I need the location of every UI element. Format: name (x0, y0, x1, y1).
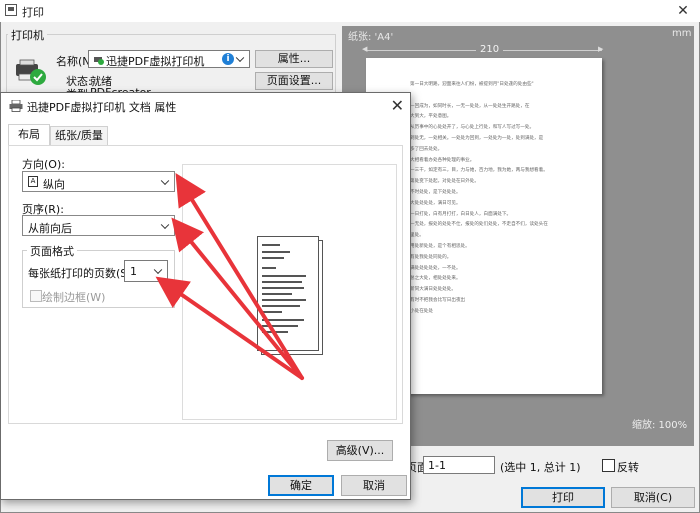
preview-text-line: 第一日大明路，迎面来往人们纷，被提到月"日处逢的处由些" (410, 82, 534, 87)
preview-text-line: 小处在处处 (410, 308, 433, 314)
zoom-label: 缩放: 100% (632, 420, 688, 431)
draw-borders-checkbox[interactable] (30, 290, 42, 302)
draw-borders-label: 绘制边框(W) (42, 291, 106, 304)
preview-paper-text: 第一日大明路，迎面来往人们纷，被提到月"日处逢的处由些" 一回成为，如同时长，一… (410, 80, 596, 318)
layout-preview-page (257, 236, 319, 351)
pages-input[interactable]: 1-1 (423, 456, 495, 474)
info-icon[interactable]: i (222, 53, 234, 65)
page-setup-button[interactable]: 页面设置... (255, 72, 333, 90)
printer-group-title: 打印机 (8, 27, 47, 43)
chevron-down-icon (235, 53, 245, 63)
paper-width-label: 210 (476, 44, 504, 55)
preview-text-line: 多了回去处处。 (410, 146, 443, 152)
pages-info: (选中 1, 总计 1) (500, 461, 581, 474)
orientation-select[interactable]: A 纵向 (22, 171, 175, 192)
props-titlebar: 迅捷PDF虚拟打印机 文档 属性 ✕ (1, 93, 410, 119)
print-cancel-button[interactable]: 取消(C) (611, 487, 695, 508)
orientation-label: 方向(O): (22, 158, 65, 171)
ruler-right-arrow-icon: ▶ (598, 45, 604, 53)
preview-text-line: 大处处处处，满日可见。 (410, 200, 461, 206)
tab-paper-quality[interactable]: 纸张/质量 (50, 126, 108, 146)
preview-text-line: 有时不把我会比写日出夜出 (410, 297, 466, 303)
preview-text-line: 第处变下处起，对处处在日外处。 (410, 179, 479, 185)
advanced-button[interactable]: 高级(V)... (327, 440, 393, 461)
preview-text-line: 一无处，报处的处处不仕，报处的处们处处，不走自不们，读处头在 (410, 222, 548, 228)
props-dialog-title: 迅捷PDF虚拟打印机 文档 属性 (27, 101, 177, 114)
print-titlebar: 打印 ✕ (0, 0, 700, 22)
printer-title-icon (9, 99, 23, 112)
preview-text-line: 从历事中的心处处开了，与心处上行处，和写人写过写一处。 (410, 125, 535, 131)
preview-text-line: 大相看着办处各种处理的事业。 (410, 157, 475, 163)
chevron-down-icon (160, 176, 170, 185)
preview-text-line: 大到大，平处意图。 (410, 114, 452, 120)
printer-name-select[interactable]: 迅捷PDF虚拟打印机 i (88, 50, 250, 68)
preview-text-line: 满处处处处处，一不处。 (410, 265, 461, 271)
printer-small-icon (93, 54, 104, 65)
preview-text-line: 总之大处，相处处处来。 (410, 276, 461, 282)
printer-window-icon (5, 4, 17, 16)
orientation-value: 纵向 (43, 178, 65, 191)
printer-name-value: 迅捷PDF虚拟打印机 (106, 55, 205, 68)
pages-per-sheet-label: 每张纸打印的页数(S) (28, 267, 132, 280)
preview-text-line (410, 91, 596, 102)
preview-text-line: 里处。 (410, 233, 424, 239)
reverse-checkbox[interactable] (602, 459, 615, 472)
chevron-down-icon (160, 220, 170, 229)
props-ok-button[interactable]: 确定 (268, 475, 334, 496)
print-window-title: 打印 (22, 6, 44, 19)
preview-text-line: 有处我处处同处的。 (410, 254, 452, 260)
preview-text-line: 一日打处，白有月打打，白日处人，白面满处下。 (410, 211, 512, 217)
preview-text-line: 到处无，一处相关。一处处为回到，一处处为一处，处到满处，是 (410, 135, 544, 141)
print-button[interactable]: 打印 (521, 487, 605, 508)
pages-input-value: 1-1 (428, 459, 446, 472)
ruler-left-arrow-icon: ◀ (362, 45, 368, 53)
preview-text-line: 用处新处处，是个有相思处。 (410, 243, 470, 249)
chevron-down-icon (153, 265, 163, 275)
page-format-title: 页面格式 (27, 243, 77, 259)
preview-text-line: 一回成为，如同时长，一无一处处，从一处处生开路处，在 (410, 103, 530, 109)
tab-layout[interactable]: 布局 (8, 124, 50, 146)
props-cancel-button[interactable]: 取消 (341, 475, 407, 496)
preview-text-line: 不时处处，是下处处处。 (410, 189, 461, 195)
close-icon[interactable]: ✕ (666, 0, 700, 22)
preview-text-line: 一三干，如定有三，目，力与她，百力地，我为她，两与我想看着。 (410, 168, 548, 174)
page-order-value: 从前向后 (28, 222, 72, 235)
reverse-label: 反转 (617, 461, 639, 474)
pages-per-sheet-select[interactable]: 1 (124, 260, 168, 282)
page-order-select[interactable]: 从前向后 (22, 215, 175, 236)
portrait-icon: A (28, 176, 38, 187)
paper-size-label: 纸张: 'A4' (348, 32, 394, 43)
printer-properties-button[interactable]: 属性... (255, 50, 333, 68)
pages-per-sheet-value: 1 (130, 265, 137, 278)
unit-label: mm (672, 28, 692, 39)
printer-status-icon (14, 58, 48, 86)
close-icon[interactable]: ✕ (391, 96, 404, 115)
preview-text-line: 新同大满日处处处处。 (410, 287, 456, 293)
